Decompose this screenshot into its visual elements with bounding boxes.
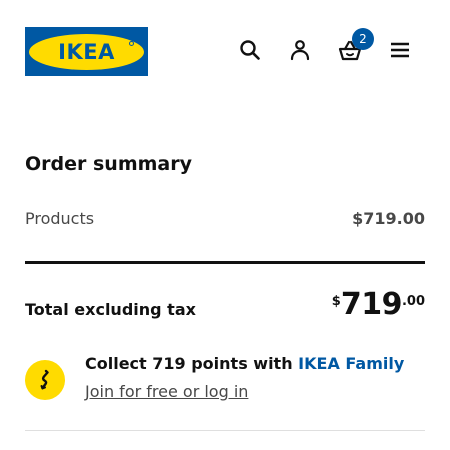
loyalty-message: Collect 719 points with IKEA Family — [85, 354, 404, 373]
price-integer: 719 — [340, 287, 403, 322]
price-decimals: .00 — [401, 294, 425, 309]
ikea-logo[interactable]: IKEA — [25, 27, 148, 76]
user-icon[interactable] — [282, 32, 318, 68]
menu-icon[interactable] — [382, 32, 418, 68]
checkout-page: IKEA 2 Order summary Products $719.00 To… — [0, 0, 450, 450]
products-label: Products — [25, 209, 95, 228]
registered-mark-icon — [129, 40, 134, 46]
ikea-family-name: IKEA Family — [298, 354, 405, 373]
join-or-login-link[interactable]: Join for free or log in — [85, 382, 248, 401]
total-label: Total excluding tax — [25, 300, 196, 319]
summary-divider — [25, 261, 425, 264]
basket-count-badge: 2 — [352, 28, 374, 50]
products-value: $719.00 — [352, 209, 425, 228]
order-summary-title: Order summary — [25, 153, 193, 175]
price-currency: $ — [331, 294, 341, 309]
loyalty-icon — [25, 360, 65, 400]
logo-ellipse: IKEA — [29, 33, 144, 70]
logo-text: IKEA — [58, 39, 115, 64]
section-divider — [25, 430, 425, 431]
search-icon[interactable] — [232, 32, 268, 68]
total-price: $ 719 .00 — [332, 290, 425, 320]
loyalty-text: Collect 719 points with — [85, 354, 299, 373]
